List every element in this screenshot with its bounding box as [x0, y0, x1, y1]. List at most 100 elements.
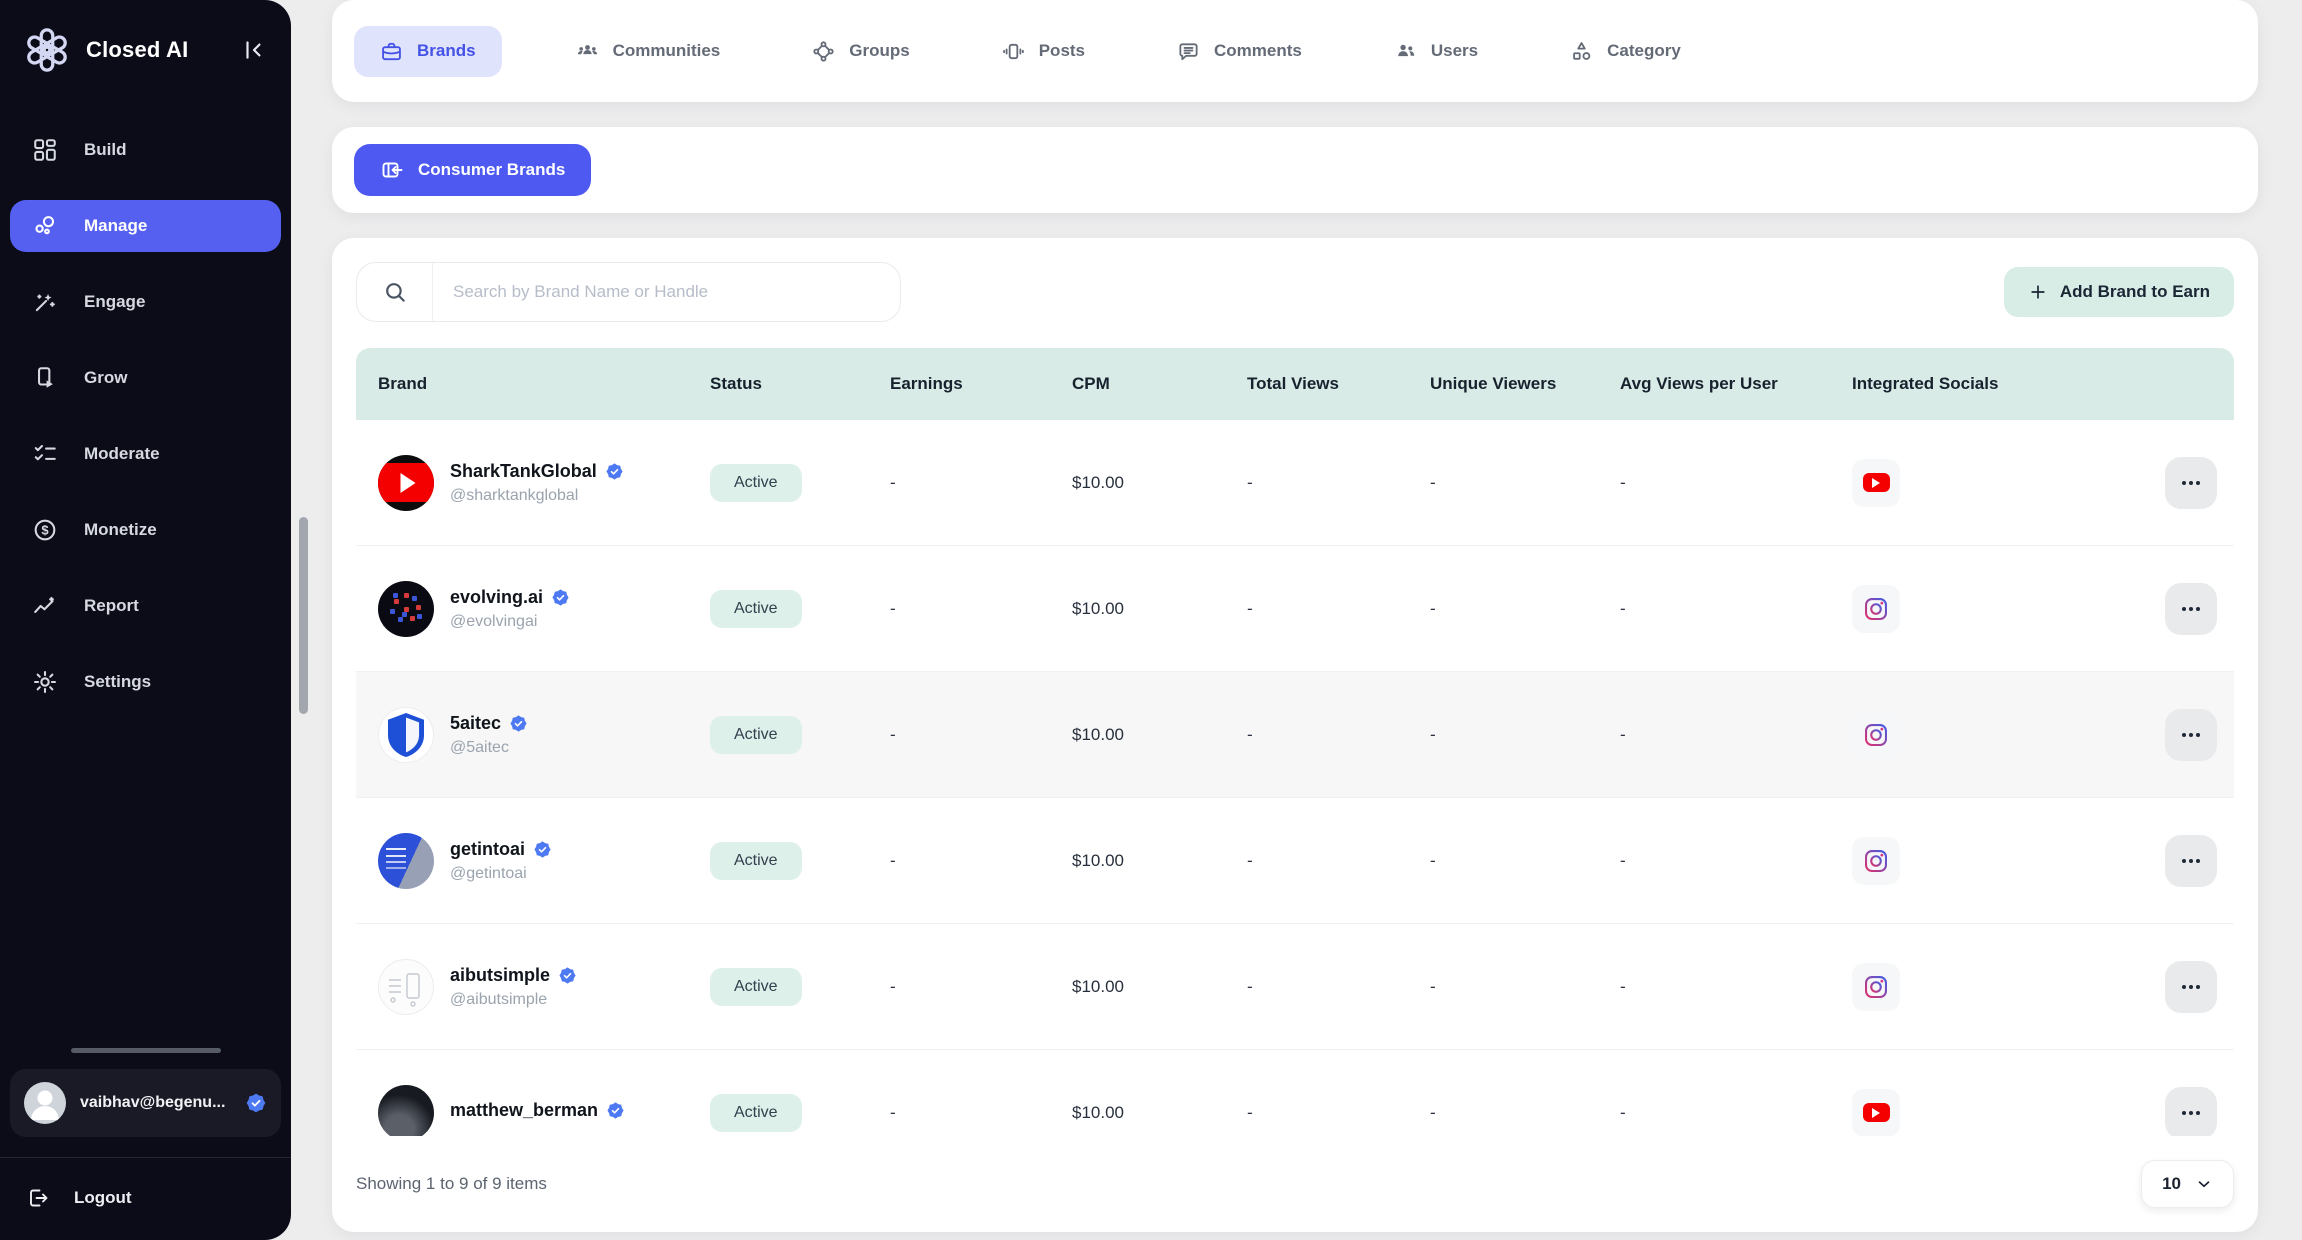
nodes-icon	[32, 213, 58, 239]
add-brand-button[interactable]: Add Brand to Earn	[2004, 267, 2234, 317]
speech-bubble-icon	[1177, 40, 1200, 63]
logout-button[interactable]: Logout	[0, 1158, 291, 1214]
tab-label: Posts	[1039, 41, 1085, 61]
search-input[interactable]	[433, 282, 900, 302]
status-badge: Active	[710, 842, 802, 880]
instagram-icon	[1852, 585, 1900, 633]
unique-viewers-cell: -	[1408, 599, 1598, 619]
tab-comments[interactable]: Comments	[1159, 26, 1320, 77]
user-account-chip[interactable]: vaibhav@begenu...	[10, 1069, 281, 1137]
youtube-icon	[1852, 1089, 1900, 1137]
row-more-button[interactable]	[2165, 583, 2217, 635]
sidebar-item-report[interactable]: Report	[10, 580, 281, 632]
table-row: matthew_berman Active - $10.00 - - -	[356, 1050, 2234, 1136]
cpm-cell: $10.00	[1050, 473, 1225, 493]
sidebar-bottom: vaibhav@begenu... Logout	[0, 1048, 291, 1240]
actions-cell	[2143, 457, 2234, 509]
table-toolbar: Add Brand to Earn	[356, 262, 2234, 322]
brand-handle: @evolvingai	[450, 613, 570, 631]
status-badge: Active	[710, 464, 802, 502]
socials-cell	[1830, 459, 2143, 507]
checklist-icon	[32, 441, 58, 467]
sidebar-item-manage[interactable]: Manage	[10, 200, 281, 252]
consumer-brands-button[interactable]: Consumer Brands	[354, 144, 591, 196]
verified-badge-icon	[605, 462, 624, 481]
sidebar-item-engage[interactable]: Engage	[10, 276, 281, 328]
brand-handle: @getintoai	[450, 865, 552, 883]
tab-users[interactable]: Users	[1376, 26, 1496, 77]
logout-icon	[26, 1186, 50, 1210]
cpm-cell: $10.00	[1050, 1103, 1225, 1123]
sidebar-drag-handle[interactable]	[71, 1048, 221, 1053]
app-title: Closed AI	[86, 37, 225, 63]
network-icon	[812, 40, 835, 63]
row-more-button[interactable]	[2165, 961, 2217, 1013]
row-more-button[interactable]	[2165, 709, 2217, 761]
brand-cell: getintoai @getintoai	[356, 833, 688, 889]
column-header-total-views: Total Views	[1225, 374, 1408, 394]
brand-name: evolving.ai	[450, 587, 543, 608]
sidebar-item-settings[interactable]: Settings	[10, 656, 281, 708]
tab-brands[interactable]: Brands	[354, 26, 502, 77]
earnings-cell: -	[868, 851, 1050, 871]
tab-label: Communities	[613, 41, 721, 61]
column-header-status: Status	[688, 374, 868, 394]
total-views-cell: -	[1225, 473, 1408, 493]
sidebar-item-label: Engage	[84, 292, 145, 312]
actions-cell	[2143, 961, 2234, 1013]
row-more-button[interactable]	[2165, 457, 2217, 509]
brand-avatar	[378, 1085, 434, 1137]
sidebar: Closed AI Build Manage Engage	[0, 0, 291, 1240]
sidebar-collapse-icon[interactable]	[241, 37, 267, 63]
column-header-brand: Brand	[356, 374, 688, 394]
cpm-cell: $10.00	[1050, 725, 1225, 745]
sidebar-item-build[interactable]: Build	[10, 124, 281, 176]
dollar-circle-icon: $	[32, 517, 58, 543]
shapes-icon	[1570, 40, 1593, 63]
logout-label: Logout	[74, 1188, 132, 1208]
brand-name: getintoai	[450, 839, 525, 860]
sidebar-item-label: Moderate	[84, 444, 160, 464]
table-row: getintoai @getintoai Active - $10.00 - -…	[356, 798, 2234, 924]
consumer-brands-label: Consumer Brands	[418, 160, 565, 180]
top-tabbar: Brands Communities Groups Posts Comments…	[332, 0, 2258, 102]
sidebar-item-moderate[interactable]: Moderate	[10, 428, 281, 480]
sidebar-item-label: Grow	[84, 368, 127, 388]
page-size-select[interactable]: 10	[2141, 1160, 2234, 1208]
unique-viewers-cell: -	[1408, 1103, 1598, 1123]
sidebar-item-label: Manage	[84, 216, 147, 236]
socials-cell	[1830, 585, 2143, 633]
status-cell: Active	[688, 842, 868, 880]
avg-views-cell: -	[1598, 599, 1830, 619]
tab-groups[interactable]: Groups	[794, 26, 927, 77]
tab-communities[interactable]: Communities	[558, 26, 739, 77]
brand-name: aibutsimple	[450, 965, 550, 986]
sidebar-item-label: Monetize	[84, 520, 157, 540]
verified-badge-icon	[245, 1092, 267, 1114]
tab-label: Comments	[1214, 41, 1302, 61]
verified-badge-icon	[509, 714, 528, 733]
row-more-button[interactable]	[2165, 835, 2217, 887]
tab-posts[interactable]: Posts	[984, 26, 1103, 77]
youtube-icon	[1852, 459, 1900, 507]
total-views-cell: -	[1225, 977, 1408, 997]
table-row: evolving.ai @evolvingai Active - $10.00 …	[356, 546, 2234, 672]
phone-vibrate-icon	[1002, 40, 1025, 63]
sidebar-nav: Build Manage Engage Grow Moderate	[0, 100, 291, 732]
tab-category[interactable]: Category	[1552, 26, 1699, 77]
unique-viewers-cell: -	[1408, 725, 1598, 745]
svg-text:$: $	[41, 523, 49, 538]
sidebar-item-monetize[interactable]: $ Monetize	[10, 504, 281, 556]
sidebar-item-grow[interactable]: Grow	[10, 352, 281, 404]
brand-cell: aibutsimple @aibutsimple	[356, 959, 688, 1015]
socials-cell	[1830, 837, 2143, 885]
brand-avatar	[378, 455, 434, 511]
sidebar-scrollbar-thumb[interactable]	[299, 517, 308, 714]
brand-search[interactable]	[356, 262, 901, 322]
column-header-unique-viewers: Unique Viewers	[1408, 374, 1598, 394]
earnings-cell: -	[868, 473, 1050, 493]
row-more-button[interactable]	[2165, 1087, 2217, 1137]
plus-icon	[2028, 282, 2048, 302]
total-views-cell: -	[1225, 851, 1408, 871]
brand-cell: matthew_berman	[356, 1085, 688, 1137]
